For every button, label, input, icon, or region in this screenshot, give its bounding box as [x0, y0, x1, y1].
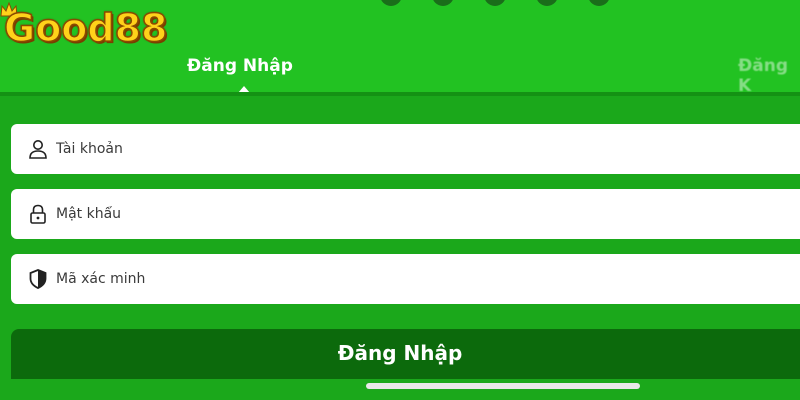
login-button[interactable]: Đăng Nhập	[11, 329, 800, 379]
password-input[interactable]	[56, 199, 756, 229]
captcha-field[interactable]	[11, 254, 800, 304]
user-icon	[29, 140, 47, 159]
brand-logo[interactable]: Good88	[3, 5, 168, 51]
lock-icon	[30, 204, 46, 224]
password-field[interactable]	[11, 189, 800, 239]
header-decoration	[380, 0, 640, 6]
header: Good88 Đăng Nhập Đăng K	[0, 0, 800, 96]
captcha-input[interactable]	[56, 264, 756, 294]
login-button-label: Đăng Nhập	[337, 341, 463, 365]
username-field[interactable]	[11, 124, 800, 174]
home-indicator	[366, 383, 640, 389]
tab-login[interactable]: Đăng Nhập	[187, 56, 293, 76]
header-divider	[0, 92, 800, 96]
tab-register[interactable]: Đăng K	[738, 56, 800, 96]
username-input[interactable]	[56, 134, 756, 164]
shield-icon	[29, 269, 47, 289]
